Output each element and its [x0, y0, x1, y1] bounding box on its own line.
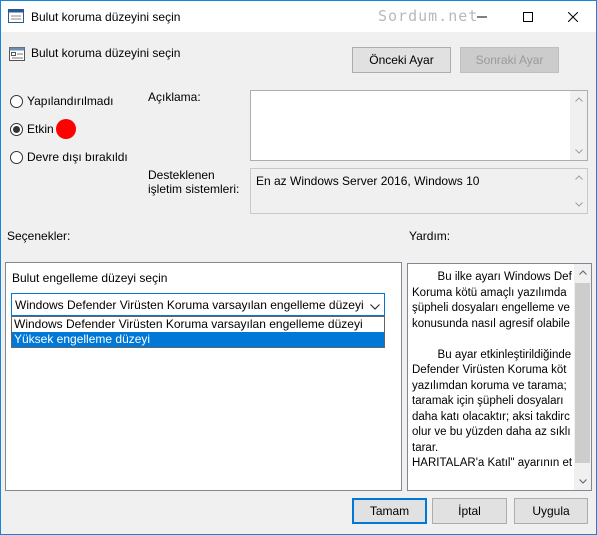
radio-not-configured[interactable]: Yapılandırılmadı: [10, 94, 114, 108]
minimize-button[interactable]: [459, 1, 505, 32]
help-line: şüpheli dosyaları engelleme ve: [412, 302, 570, 314]
cloud-level-label: Bulut engelleme düzeyi seçin: [12, 271, 168, 285]
setting-icon: [9, 46, 25, 62]
help-line: yazılımdan koruma ve tarama;: [412, 379, 567, 392]
cloud-level-dropdown-list: Windows Defender Virüsten Koruma varsayı…: [11, 316, 385, 348]
supported-os-value: En az Windows Server 2016, Windows 10: [256, 174, 480, 188]
apply-button[interactable]: Uygula: [514, 498, 588, 524]
radio-label: Etkin: [27, 122, 54, 136]
comment-textarea[interactable]: [250, 90, 588, 161]
help-line: [412, 332, 572, 348]
radio-label: Devre dışı bırakıldı: [27, 150, 128, 164]
supported-label-line1: Desteklenen: [148, 168, 215, 182]
scroll-down-icon[interactable]: [574, 473, 591, 490]
help-line: taramak için şüpheli dosyaları: [412, 395, 564, 407]
maximize-icon: [523, 11, 533, 22]
radio-label: Yapılandırılmadı: [27, 94, 114, 108]
help-section-label: Yardım:: [409, 229, 451, 243]
help-line: olur ve bu yüzden daha az sıklı: [412, 426, 571, 438]
close-button[interactable]: [550, 1, 596, 32]
help-line: daha katı olacaktır; aksi takdirc: [412, 410, 570, 423]
scroll-up-icon[interactable]: [574, 264, 591, 281]
dropdown-option-high[interactable]: Yüksek engelleme düzeyi: [12, 332, 384, 347]
help-text: Bu ilke ayarı Windows Defe Koruma kötü a…: [412, 264, 572, 472]
next-setting-button[interactable]: Sonraki Ayar: [460, 47, 559, 73]
help-scroll-thumb[interactable]: [575, 283, 590, 463]
help-line: HARITALAR'a Katıl" ayarının et: [412, 457, 572, 469]
help-line: konusunda nasıl agresif olabile: [412, 317, 570, 330]
supported-scrollbar[interactable]: [570, 169, 587, 213]
help-line: Defender Virüsten Koruma köt: [412, 364, 567, 376]
previous-setting-button[interactable]: Önceki Ayar: [352, 47, 451, 73]
title-bar[interactable]: Bulut koruma düzeyini seçin Sordum.net: [1, 1, 596, 32]
scroll-up-icon[interactable]: [570, 169, 587, 186]
scroll-down-icon[interactable]: [570, 143, 587, 160]
options-section-label: Seçenekler:: [7, 229, 71, 243]
ok-button[interactable]: Tamam: [352, 498, 427, 524]
radio-enabled[interactable]: Etkin: [10, 122, 54, 136]
help-line: Bu ilke ayarı Windows Defe: [412, 271, 572, 283]
help-line: tarar.: [412, 441, 439, 454]
setting-title: Bulut koruma düzeyini seçin: [31, 46, 181, 60]
supported-label-line2: işletim sistemleri:: [148, 182, 240, 196]
help-scrollbar[interactable]: [574, 264, 591, 490]
help-panel: Bu ilke ayarı Windows Defe Koruma kötü a…: [407, 263, 592, 491]
minimize-icon: [477, 16, 487, 17]
policy-app-icon: [8, 9, 24, 23]
help-line: Bu ayar etkinleştirildiğinde,: [412, 348, 572, 361]
help-line: Koruma kötü amaçlı yazılımda: [412, 286, 567, 299]
scroll-up-icon[interactable]: [570, 91, 587, 108]
radio-disabled[interactable]: Devre dışı bırakıldı: [10, 150, 128, 164]
cloud-level-selected-value: Windows Defender Virüsten Koruma varsayı…: [15, 297, 364, 312]
window-title: Bulut koruma düzeyini seçin: [31, 10, 181, 24]
close-icon: [568, 11, 578, 22]
cloud-level-select[interactable]: Windows Defender Virüsten Koruma varsayı…: [11, 293, 385, 316]
radio-circle: [10, 94, 23, 108]
cancel-button[interactable]: İptal: [432, 498, 507, 524]
supported-os-box: En az Windows Server 2016, Windows 10: [250, 168, 588, 214]
radio-circle: [10, 150, 23, 164]
comment-label: Açıklama:: [148, 90, 201, 104]
policy-dialog-window: Bulut koruma düzeyini seçin Sordum.net B…: [0, 0, 597, 535]
radio-circle: [10, 122, 23, 136]
maximize-button[interactable]: [505, 1, 551, 32]
radio-dot: [13, 125, 20, 133]
chevron-down-icon: [370, 299, 380, 313]
comment-scrollbar[interactable]: [570, 91, 587, 160]
red-highlight-marker: [56, 119, 76, 139]
scroll-down-icon[interactable]: [570, 196, 587, 213]
dropdown-option-default[interactable]: Windows Defender Virüsten Koruma varsayı…: [12, 317, 384, 332]
